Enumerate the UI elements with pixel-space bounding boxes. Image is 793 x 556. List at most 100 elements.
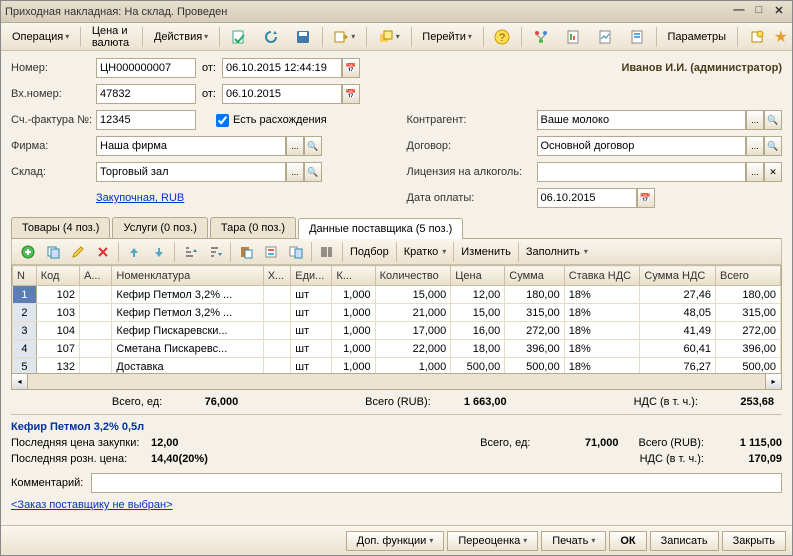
table-row[interactable]: 4107Сметана Пискаревс...шт1,00022,00018,… xyxy=(13,340,781,358)
post-icon[interactable] xyxy=(224,26,254,48)
export-icon[interactable] xyxy=(284,242,308,262)
license-clear-icon[interactable]: ✕ xyxy=(764,162,782,182)
column-header[interactable]: N xyxy=(13,266,37,286)
column-header[interactable]: Количество xyxy=(375,266,451,286)
discrepancy-checkbox[interactable]: Есть расхождения xyxy=(216,114,327,127)
license-select-button[interactable]: ... xyxy=(746,162,764,182)
tree-icon[interactable] xyxy=(526,26,556,48)
price-currency-button[interactable]: Цена и валюта xyxy=(85,26,139,48)
sort-desc-icon[interactable] xyxy=(203,242,227,262)
operation-menu[interactable]: Операция ▾ xyxy=(5,26,76,48)
report1-icon[interactable] xyxy=(558,26,588,48)
barcode-icon[interactable] xyxy=(315,242,339,262)
basedon-icon[interactable]: ▾ xyxy=(326,26,362,48)
horizontal-scrollbar[interactable]: ◂ ▸ xyxy=(11,374,782,390)
idate-field[interactable] xyxy=(222,84,342,104)
calendar-icon[interactable]: 📅 xyxy=(342,58,360,78)
table-row[interactable]: 2103Кефир Петмол 3,2% ...шт1,00021,00015… xyxy=(13,304,781,322)
brief-button[interactable]: Кратко ▾ xyxy=(400,242,451,262)
column-header[interactable]: Сумма НДС xyxy=(640,266,716,286)
firm-search-icon[interactable]: 🔍 xyxy=(304,136,322,156)
inumber-field[interactable] xyxy=(96,84,196,104)
paydate-calendar-icon[interactable]: 📅 xyxy=(637,188,655,208)
number-field[interactable] xyxy=(96,58,196,78)
scroll-right-icon[interactable]: ▸ xyxy=(765,374,781,389)
selection-button[interactable]: Подбор xyxy=(346,242,393,262)
column-header[interactable]: Ставка НДС xyxy=(564,266,640,286)
column-header[interactable]: Всего xyxy=(716,266,781,286)
close-button[interactable]: Закрыть xyxy=(722,531,786,551)
datetime-field[interactable] xyxy=(222,58,342,78)
report2-icon[interactable] xyxy=(590,26,620,48)
column-header[interactable]: А... xyxy=(79,266,111,286)
revalue-button[interactable]: Переоценка ▾ xyxy=(447,531,538,551)
tab-goods[interactable]: Товары (4 поз.) xyxy=(11,217,110,238)
refresh-icon[interactable] xyxy=(256,26,286,48)
report3-icon[interactable] xyxy=(622,26,652,48)
close-window-button[interactable]: ✕ xyxy=(770,4,788,20)
counterparty-search-icon[interactable]: 🔍 xyxy=(764,110,782,130)
invoice-field[interactable] xyxy=(96,110,196,130)
tab-containers[interactable]: Тара (0 поз.) xyxy=(210,217,296,238)
attach-icon[interactable] xyxy=(742,26,772,48)
print-button[interactable]: Печать ▾ xyxy=(541,531,606,551)
data-grid[interactable]: NКодА...НоменклатураХ...Еди...К...Количе… xyxy=(11,265,782,374)
tab-services[interactable]: Услуги (0 поз.) xyxy=(112,217,207,238)
grid-toolbar: Подбор Кратко ▾ Изменить Заполнить ▾ xyxy=(11,239,782,265)
column-header[interactable]: К... xyxy=(332,266,375,286)
table-row[interactable]: 1102Кефир Петмол 3,2% ...шт1,00015,00012… xyxy=(13,286,781,304)
table-row[interactable]: 3104Кефир Пискаревски...шт1,00017,00016,… xyxy=(13,322,781,340)
main-toolbar: Операция ▾ Цена и валюта Действия ▾ ▾ ▾ … xyxy=(1,23,792,51)
column-header[interactable]: Цена xyxy=(451,266,505,286)
movedown-icon[interactable] xyxy=(147,242,171,262)
table-row[interactable]: 5132Доставкашт1,0001,000500,00500,0018%7… xyxy=(13,358,781,375)
delete-icon[interactable] xyxy=(91,242,115,262)
paydate-field[interactable] xyxy=(537,188,637,208)
counterparty-field[interactable] xyxy=(537,110,747,130)
minimize-button[interactable]: — xyxy=(730,4,748,20)
currency-link[interactable]: Закупочная, RUB xyxy=(96,192,184,204)
warehouse-field[interactable] xyxy=(96,162,286,182)
column-header[interactable]: Х... xyxy=(263,266,291,286)
functions-button[interactable]: Доп. функции ▾ xyxy=(346,531,445,551)
firm-field[interactable] xyxy=(96,136,286,156)
warehouse-select-button[interactable]: ... xyxy=(286,162,304,182)
column-header[interactable]: Сумма xyxy=(505,266,564,286)
copy-icon[interactable] xyxy=(41,242,65,262)
contract-search-icon[interactable]: 🔍 xyxy=(764,136,782,156)
contract-select-button[interactable]: ... xyxy=(746,136,764,156)
favorite-icon[interactable]: ★ xyxy=(774,27,788,47)
counterparty-select-button[interactable]: ... xyxy=(746,110,764,130)
column-header[interactable]: Номенклатура xyxy=(112,266,263,286)
fill-menu[interactable]: Заполнить ▾ xyxy=(522,242,592,262)
sort-asc-icon[interactable] xyxy=(178,242,202,262)
license-field[interactable] xyxy=(537,162,747,182)
save-button[interactable]: Записать xyxy=(650,531,719,551)
structure-icon[interactable]: ▾ xyxy=(371,26,407,48)
change-button[interactable]: Изменить xyxy=(457,242,515,262)
parameters-button[interactable]: Параметры xyxy=(660,26,733,48)
contract-field[interactable] xyxy=(537,136,747,156)
goto-menu[interactable]: Перейти ▾ xyxy=(415,26,479,48)
tab-supplier-data[interactable]: Данные поставщика (5 поз.) xyxy=(298,218,463,239)
cut-icon[interactable] xyxy=(259,242,283,262)
comment-field[interactable] xyxy=(91,473,782,493)
save-icon[interactable] xyxy=(288,26,318,48)
paste-icon[interactable] xyxy=(234,242,258,262)
footer-qty: 71,000 xyxy=(538,437,618,449)
firm-select-button[interactable]: ... xyxy=(286,136,304,156)
actions-menu[interactable]: Действия ▾ xyxy=(147,26,215,48)
column-header[interactable]: Код xyxy=(36,266,79,286)
warehouse-search-icon[interactable]: 🔍 xyxy=(304,162,322,182)
ok-button[interactable]: ОК xyxy=(609,531,646,551)
scroll-left-icon[interactable]: ◂ xyxy=(12,374,28,389)
help-icon[interactable]: ? xyxy=(487,26,517,48)
add-icon[interactable] xyxy=(16,242,40,262)
moveup-icon[interactable] xyxy=(122,242,146,262)
firm-label: Фирма: xyxy=(11,140,96,152)
edit-icon[interactable] xyxy=(66,242,90,262)
column-header[interactable]: Еди... xyxy=(291,266,332,286)
maximize-button[interactable]: □ xyxy=(750,4,768,20)
supplier-order-link[interactable]: <Заказ поставщику не выбран> xyxy=(11,499,173,511)
calendar-icon-2[interactable]: 📅 xyxy=(342,84,360,104)
